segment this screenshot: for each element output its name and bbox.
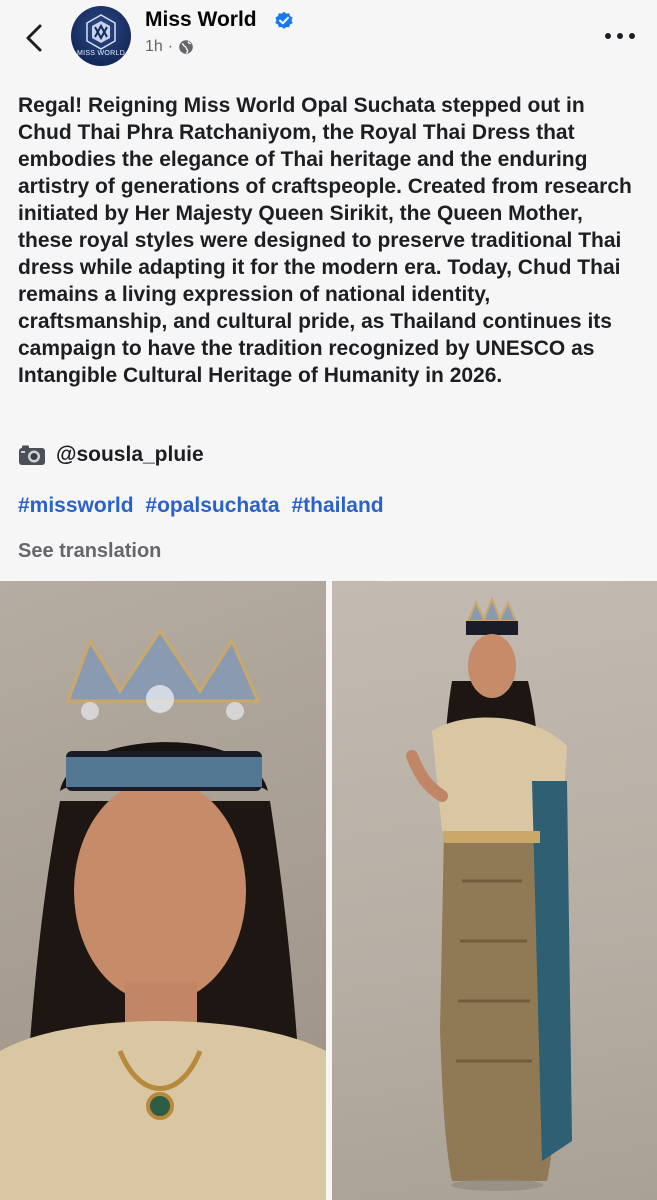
back-chevron-icon[interactable]	[18, 18, 52, 58]
hashtag-opalsuchata[interactable]: #opalsuchata	[145, 494, 279, 517]
avatar-label: MISS WORLD	[76, 50, 126, 57]
photo-credit: @sousla_pluie	[18, 441, 204, 468]
globe-icon	[179, 40, 193, 54]
post-caption: Regal! Reigning Miss World Opal Suchata …	[18, 94, 632, 387]
camera-icon	[19, 445, 45, 465]
hashtag-list: #missworld #opalsuchata #thailand	[18, 494, 390, 518]
verified-badge-icon	[275, 11, 293, 29]
credit-handle[interactable]: @sousla_pluie	[56, 441, 204, 468]
post-time[interactable]: 1h	[145, 38, 163, 56]
portrait-illustration	[0, 628, 326, 1200]
miss-world-logo-icon	[86, 14, 116, 50]
post-header: MISS WORLD Miss World 1h ·	[0, 0, 657, 78]
post-photo-portrait[interactable]	[0, 581, 326, 1200]
hashtag-thailand[interactable]: #thailand	[291, 494, 383, 517]
more-options-icon[interactable]	[600, 26, 640, 46]
full-length-illustration	[406, 596, 572, 1191]
post-photo-full-length[interactable]	[332, 581, 657, 1200]
page-name[interactable]: Miss World	[145, 8, 257, 32]
post-meta: 1h ·	[145, 38, 194, 56]
meta-separator: ·	[167, 38, 174, 55]
see-translation-link[interactable]: See translation	[18, 540, 161, 563]
page-avatar[interactable]: MISS WORLD	[71, 6, 131, 66]
hashtag-missworld[interactable]: #missworld	[18, 494, 134, 517]
